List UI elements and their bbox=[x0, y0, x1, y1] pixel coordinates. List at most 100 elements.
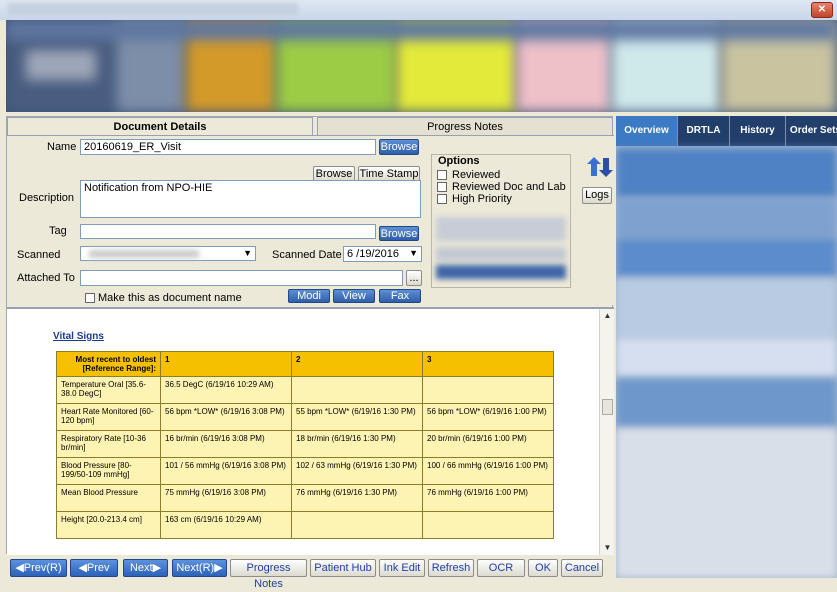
ok-button[interactable]: OK bbox=[528, 559, 558, 577]
left-arrow-icon: ◀ bbox=[15, 562, 24, 574]
vital-sign-value-cell bbox=[291, 376, 423, 404]
name-browse-button[interactable]: Browse bbox=[379, 139, 419, 155]
vital-sign-name-cell: Respiratory Rate [10-36 br/min] bbox=[56, 430, 161, 458]
chevron-down-icon: ▼ bbox=[243, 248, 252, 258]
logs-button[interactable]: Logs bbox=[582, 187, 612, 204]
table-row: Heart Rate Monitored [60-120 bpm] 56 bpm … bbox=[56, 403, 554, 431]
column-header: Most recent to oldest [Reference Range]: bbox=[56, 351, 161, 377]
tab-order-sets[interactable]: Order Sets bbox=[786, 116, 837, 146]
vital-sign-value-cell: 20 br/min (6/19/16 1:00 PM) bbox=[422, 430, 554, 458]
reviewed-doc-lab-checkbox[interactable] bbox=[437, 182, 447, 192]
title-bar: ✕ bbox=[0, 0, 837, 20]
attached-to-field[interactable] bbox=[80, 270, 403, 286]
make-doc-name-checkbox[interactable] bbox=[85, 293, 95, 303]
scanned-date-label: Scanned Date bbox=[272, 249, 342, 261]
tab-history[interactable]: History bbox=[730, 116, 786, 146]
ink-edit-button[interactable]: Ink Edit bbox=[379, 559, 425, 577]
patient-hub-button[interactable]: Patient Hub bbox=[310, 559, 376, 577]
options-title: Options bbox=[438, 155, 480, 167]
scanned-date-value: 6 /19/2016 bbox=[347, 248, 399, 260]
vital-sign-value-cell: 56 bpm *LOW* (6/19/16 3:08 PM) bbox=[160, 403, 292, 431]
redacted-patient-banner bbox=[6, 20, 837, 112]
redacted-option-item bbox=[436, 217, 566, 241]
reviewed-doc-lab-label: Reviewed Doc and Lab bbox=[452, 181, 566, 193]
scroll-up-icon[interactable]: ▲ bbox=[600, 309, 615, 323]
column-header: 1 bbox=[160, 351, 292, 377]
modi-button[interactable]: Modi bbox=[288, 289, 330, 303]
redacted-panel-content bbox=[616, 148, 837, 198]
redacted-panel-content bbox=[616, 278, 837, 338]
vital-sign-value-cell bbox=[291, 511, 423, 539]
vital-sign-value-cell: 55 bpm *LOW* (6/19/16 1:30 PM) bbox=[291, 403, 423, 431]
right-arrow-icon: ▶ bbox=[214, 562, 223, 574]
table-row: Height [20.0-213.4 cm] 163 cm (6/19/16 10… bbox=[56, 511, 554, 539]
options-group: Options Reviewed Reviewed Doc and Lab Hi… bbox=[431, 154, 571, 288]
tab-progress-notes[interactable]: Progress Notes bbox=[317, 117, 613, 135]
side-panel: Overview DRTLA History Order Sets bbox=[616, 116, 837, 578]
scroll-down-icon[interactable]: ▼ bbox=[600, 541, 615, 555]
refresh-button[interactable]: Refresh bbox=[428, 559, 474, 577]
redacted-panel-content bbox=[616, 338, 837, 378]
vital-sign-value-cell: 102 / 63 mmHg (6/19/16 1:30 PM) bbox=[291, 457, 423, 485]
reviewed-checkbox[interactable] bbox=[437, 170, 447, 180]
document-preview: Vital Signs Most recent to oldest [Refer… bbox=[7, 307, 614, 555]
vital-sign-value-cell: 76 mmHg (6/19/16 1:30 PM) bbox=[291, 484, 423, 512]
vital-sign-value-cell: 163 cm (6/19/16 10:29 AM) bbox=[160, 511, 292, 539]
progress-notes-button[interactable]: Progress Notes bbox=[230, 559, 307, 590]
attached-to-label: Attached To bbox=[17, 272, 75, 284]
swap-arrows-icon[interactable] bbox=[587, 156, 613, 178]
view-button[interactable]: View bbox=[333, 289, 375, 303]
tab-document-details[interactable]: Document Details bbox=[7, 117, 313, 135]
vital-sign-value-cell: 36.5 DegC (6/19/16 10:29 AM) bbox=[160, 376, 292, 404]
column-header: 2 bbox=[291, 351, 423, 377]
fax-button[interactable]: Fax bbox=[379, 289, 421, 303]
chevron-down-icon: ▼ bbox=[409, 248, 418, 258]
table-header-row: Most recent to oldest [Reference Range]:… bbox=[56, 351, 554, 377]
ocr-button[interactable]: OCR bbox=[477, 559, 525, 577]
cancel-button[interactable]: Cancel bbox=[561, 559, 603, 577]
vital-sign-value-cell: 76 mmHg (6/19/16 1:00 PM) bbox=[422, 484, 554, 512]
next-r-button[interactable]: Next(R)▶ bbox=[172, 559, 227, 577]
next-button[interactable]: Next▶ bbox=[123, 559, 168, 577]
close-button[interactable]: ✕ bbox=[811, 2, 833, 18]
make-doc-name-label: Make this as document name bbox=[98, 292, 242, 304]
left-arrow-icon: ◀ bbox=[78, 562, 87, 574]
table-row: Temperature Oral [35.6-38.0 DegC] 36.5 De… bbox=[56, 376, 554, 404]
vital-sign-name-cell: Height [20.0-213.4 cm] bbox=[56, 511, 161, 539]
redacted-panel-content bbox=[616, 198, 837, 238]
tag-field[interactable] bbox=[80, 224, 376, 239]
redacted-option-item bbox=[436, 265, 566, 279]
prev-r-button[interactable]: ◀Prev(R) bbox=[10, 559, 67, 577]
description-field[interactable]: Notification from NPO-HIE bbox=[80, 180, 421, 218]
name-field[interactable]: 20160619_ER_Visit bbox=[80, 139, 376, 155]
document-pane: Document Details Progress Notes Name 201… bbox=[6, 116, 614, 555]
attached-to-ellipsis-button[interactable]: ... bbox=[406, 270, 422, 286]
vital-signs-title[interactable]: Vital Signs bbox=[53, 331, 104, 342]
vital-sign-value-cell bbox=[422, 376, 554, 404]
column-header: 3 bbox=[422, 351, 554, 377]
scanned-date-field[interactable]: 6 /19/2016 ▼ bbox=[343, 246, 422, 262]
high-priority-label: High Priority bbox=[452, 193, 512, 205]
vital-sign-name-cell: Mean Blood Pressure bbox=[56, 484, 161, 512]
prev-label: Prev bbox=[86, 562, 110, 574]
redacted-option-item bbox=[436, 247, 566, 261]
document-tabs: Document Details Progress Notes bbox=[7, 117, 614, 135]
prev-button[interactable]: ◀Prev bbox=[70, 559, 118, 577]
vital-sign-value-cell bbox=[422, 511, 554, 539]
reviewed-label: Reviewed bbox=[452, 169, 501, 181]
scroll-thumb[interactable] bbox=[602, 399, 613, 415]
vital-sign-value-cell: 101 / 56 mmHg (6/19/16 3:08 PM) bbox=[160, 457, 292, 485]
tag-browse-button[interactable]: Browse bbox=[379, 226, 419, 241]
tab-overview[interactable]: Overview bbox=[616, 116, 678, 146]
tab-drtla[interactable]: DRTLA bbox=[678, 116, 730, 146]
description-label: Description bbox=[19, 192, 75, 204]
scanned-label: Scanned bbox=[17, 249, 61, 261]
scanned-by-select[interactable]: ▼ bbox=[80, 246, 256, 261]
vital-sign-value-cell: 16 br/min (6/19/16 3:08 PM) bbox=[160, 430, 292, 458]
high-priority-checkbox[interactable] bbox=[437, 194, 447, 204]
table-row: Blood Pressure [80-199/50-109 mmHg] 101 /… bbox=[56, 457, 554, 485]
redacted-title bbox=[8, 3, 298, 15]
preview-scrollbar[interactable]: ▲ ▼ bbox=[599, 309, 614, 555]
tag-label: Tag bbox=[49, 225, 67, 237]
vital-sign-name-cell: Heart Rate Monitored [60-120 bpm] bbox=[56, 403, 161, 431]
